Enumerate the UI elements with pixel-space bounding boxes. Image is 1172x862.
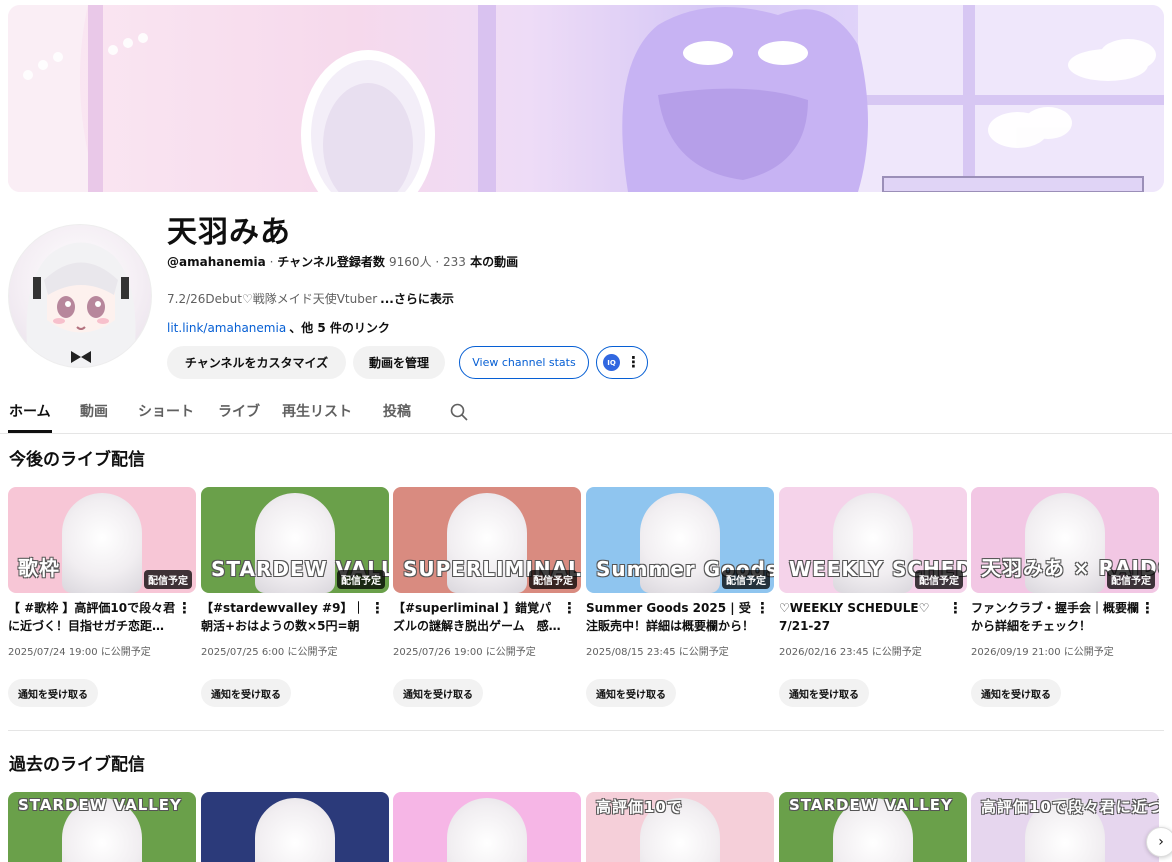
scheduled-date: 2025/07/26 19:00 に公開予定 bbox=[393, 647, 536, 658]
notify-me-button[interactable]: 通知を受け取る bbox=[393, 679, 483, 707]
notify-me-button[interactable]: 通知を受け取る bbox=[201, 679, 291, 707]
banner-artwork bbox=[8, 5, 1164, 192]
more-vert-icon[interactable]: ⋮ bbox=[755, 599, 770, 617]
avatar-illustration bbox=[26, 242, 136, 367]
channel-banner bbox=[8, 5, 1164, 192]
videos-label: 本の動画 bbox=[465, 255, 519, 269]
more-vert-icon[interactable]: ⋮ bbox=[177, 599, 192, 617]
video-thumbnail[interactable]: Summer Goods 配信予定 bbox=[586, 487, 774, 593]
tab-videos[interactable]: 動画 bbox=[80, 401, 108, 421]
notify-me-button[interactable]: 通知を受け取る bbox=[586, 679, 676, 707]
past-live-title: 過去のライブ配信 bbox=[9, 755, 145, 775]
notify-me-button[interactable]: 通知を受け取る bbox=[971, 679, 1061, 707]
scheduled-badge: 配信予定 bbox=[529, 570, 577, 589]
chevron-right-icon: › bbox=[1158, 834, 1164, 850]
meta-separator: · bbox=[265, 255, 278, 269]
subscribers-label: チャンネル登録者数 bbox=[277, 255, 390, 269]
active-tab-indicator bbox=[8, 430, 52, 433]
tab-live[interactable]: ライブ bbox=[218, 401, 260, 421]
channel-name: 天羽みあ bbox=[167, 215, 291, 250]
view-channel-stats-button[interactable]: View channel stats bbox=[459, 346, 589, 379]
show-more-link[interactable]: ...さらに表示 bbox=[380, 292, 454, 306]
more-links[interactable]: 、他 5 件のリンク bbox=[289, 321, 390, 335]
scheduled-date: 2026/02/16 23:45 に公開予定 bbox=[779, 647, 922, 658]
video-title[interactable]: Summer Goods 2025 | 受注販売中！詳細は概要欄から！ bbox=[586, 599, 754, 635]
past-video-thumbnail[interactable]: 高評価10で bbox=[586, 792, 774, 862]
extension-logo-icon: IQ bbox=[603, 354, 620, 371]
thumbnail-text: 高評価10で段々君に近づく bbox=[981, 798, 1159, 816]
video-card[interactable]: 天羽みあ × RAIDORI 配信予定 ファンクラブ・握手会｜概要欄から詳細をチ… bbox=[971, 487, 1159, 717]
scheduled-badge: 配信予定 bbox=[337, 570, 385, 589]
past-video-thumbnail[interactable] bbox=[393, 792, 581, 862]
channel-description[interactable]: 7.2/26Debut♡戦隊メイド天使Vtuber ...さらに表示 bbox=[167, 290, 454, 307]
past-video-thumbnail[interactable]: STARDEW VALLEY bbox=[779, 792, 967, 862]
notify-me-button[interactable]: 通知を受け取る bbox=[8, 679, 98, 707]
notify-me-button[interactable]: 通知を受け取る bbox=[779, 679, 869, 707]
section-divider bbox=[8, 730, 1164, 731]
scheduled-badge: 配信予定 bbox=[1107, 570, 1155, 589]
video-card[interactable]: WEEKLY SCHEDULE 配信予定 ♡WEEKLY SCHEDULE♡ 7… bbox=[779, 487, 967, 717]
video-card[interactable]: 歌枠 配信予定 【 #歌枠 】高評価10で段々君に近づく！目指せガチ恋距… ⋮ … bbox=[8, 487, 196, 717]
scheduled-date: 2026/09/19 21:00 に公開予定 bbox=[971, 647, 1114, 658]
extension-button[interactable]: IQ ⋮ bbox=[596, 346, 648, 379]
video-title[interactable]: 【#stardewvalley #9】｜朝活+おはようの数×5円=朝ご飯… bbox=[201, 599, 369, 635]
subscribers-count: 9160人 bbox=[389, 255, 432, 269]
character-illustration bbox=[255, 798, 335, 862]
video-card[interactable]: Summer Goods 配信予定 Summer Goods 2025 | 受注… bbox=[586, 487, 774, 717]
scheduled-date: 2025/08/15 23:45 に公開予定 bbox=[586, 647, 729, 658]
channel-links: lit.link/amahanemia 、他 5 件のリンク bbox=[167, 319, 390, 336]
customize-channel-button[interactable]: チャンネルをカスタマイズ bbox=[167, 346, 346, 379]
meta-separator: · bbox=[431, 255, 444, 269]
more-vert-icon[interactable]: ⋮ bbox=[948, 599, 963, 617]
more-vert-icon[interactable]: ⋮ bbox=[1140, 599, 1155, 617]
scheduled-badge: 配信予定 bbox=[915, 570, 963, 589]
video-thumbnail[interactable]: SUPERLIMINAL 配信予定 bbox=[393, 487, 581, 593]
past-video-thumbnail[interactable] bbox=[201, 792, 389, 862]
channel-meta: @amahanemia · チャンネル登録者数 9160人 · 233 本の動画 bbox=[167, 253, 518, 270]
thumbnail-text: STARDEW VALLEY bbox=[18, 796, 182, 814]
past-video-thumbnail[interactable]: STARDEW VALLEY bbox=[8, 792, 196, 862]
manage-videos-button[interactable]: 動画を管理 bbox=[353, 346, 445, 379]
channel-handle: @amahanemia bbox=[167, 255, 266, 269]
thumbnail-text: STARDEW VALLEY bbox=[789, 796, 953, 814]
video-title[interactable]: 【 #歌枠 】高評価10で段々君に近づく！目指せガチ恋距… bbox=[8, 599, 176, 635]
video-title[interactable]: ♡WEEKLY SCHEDULE♡ 7/21-27 bbox=[779, 599, 947, 635]
video-title[interactable]: 【#superliminal 】錯覚パズルの謎解き脱出ゲーム 感… bbox=[393, 599, 561, 635]
scheduled-date: 2025/07/24 19:00 に公開予定 bbox=[8, 647, 151, 658]
search-icon[interactable] bbox=[449, 402, 469, 422]
scheduled-badge: 配信予定 bbox=[722, 570, 770, 589]
upcoming-live-title: 今後のライブ配信 bbox=[9, 450, 145, 470]
channel-tabs: ホーム 動画 ショート ライブ 再生リスト 投稿 bbox=[0, 392, 1172, 434]
video-card[interactable]: STARDEW VALLEY 配信予定 【#stardewvalley #9】｜… bbox=[201, 487, 389, 717]
tab-posts[interactable]: 投稿 bbox=[383, 401, 411, 421]
more-vert-icon: ⋮ bbox=[626, 353, 641, 371]
tab-shorts[interactable]: ショート bbox=[138, 401, 194, 421]
thumbnail-text: 歌枠 bbox=[18, 556, 60, 580]
thumbnail-text: 高評価10で bbox=[596, 798, 683, 816]
scheduled-date: 2025/07/25 6:00 に公開予定 bbox=[201, 647, 338, 658]
character-illustration bbox=[62, 493, 142, 593]
video-thumbnail[interactable]: 天羽みあ × RAIDORI 配信予定 bbox=[971, 487, 1159, 593]
channel-avatar[interactable] bbox=[8, 224, 152, 368]
main-link[interactable]: lit.link/amahanemia bbox=[167, 321, 286, 335]
past-video-thumbnail[interactable]: 高評価10で段々君に近づく bbox=[971, 792, 1159, 862]
more-vert-icon[interactable]: ⋮ bbox=[370, 599, 385, 617]
video-thumbnail[interactable]: STARDEW VALLEY 配信予定 bbox=[201, 487, 389, 593]
next-arrow-button[interactable]: › bbox=[1146, 827, 1172, 857]
tab-playlists[interactable]: 再生リスト bbox=[282, 401, 352, 421]
video-thumbnail[interactable]: WEEKLY SCHEDULE 配信予定 bbox=[779, 487, 967, 593]
more-vert-icon[interactable]: ⋮ bbox=[562, 599, 577, 617]
tab-home[interactable]: ホーム bbox=[9, 401, 51, 421]
video-thumbnail[interactable]: 歌枠 配信予定 bbox=[8, 487, 196, 593]
description-text: 7.2/26Debut♡戦隊メイド天使Vtuber bbox=[167, 292, 378, 306]
scheduled-badge: 配信予定 bbox=[144, 570, 192, 589]
character-illustration bbox=[447, 798, 527, 862]
video-card[interactable]: SUPERLIMINAL 配信予定 【#superliminal 】錯覚パズルの… bbox=[393, 487, 581, 717]
video-title[interactable]: ファンクラブ・握手会｜概要欄から詳細をチェック！ bbox=[971, 599, 1139, 635]
videos-count: 233 bbox=[443, 255, 466, 269]
